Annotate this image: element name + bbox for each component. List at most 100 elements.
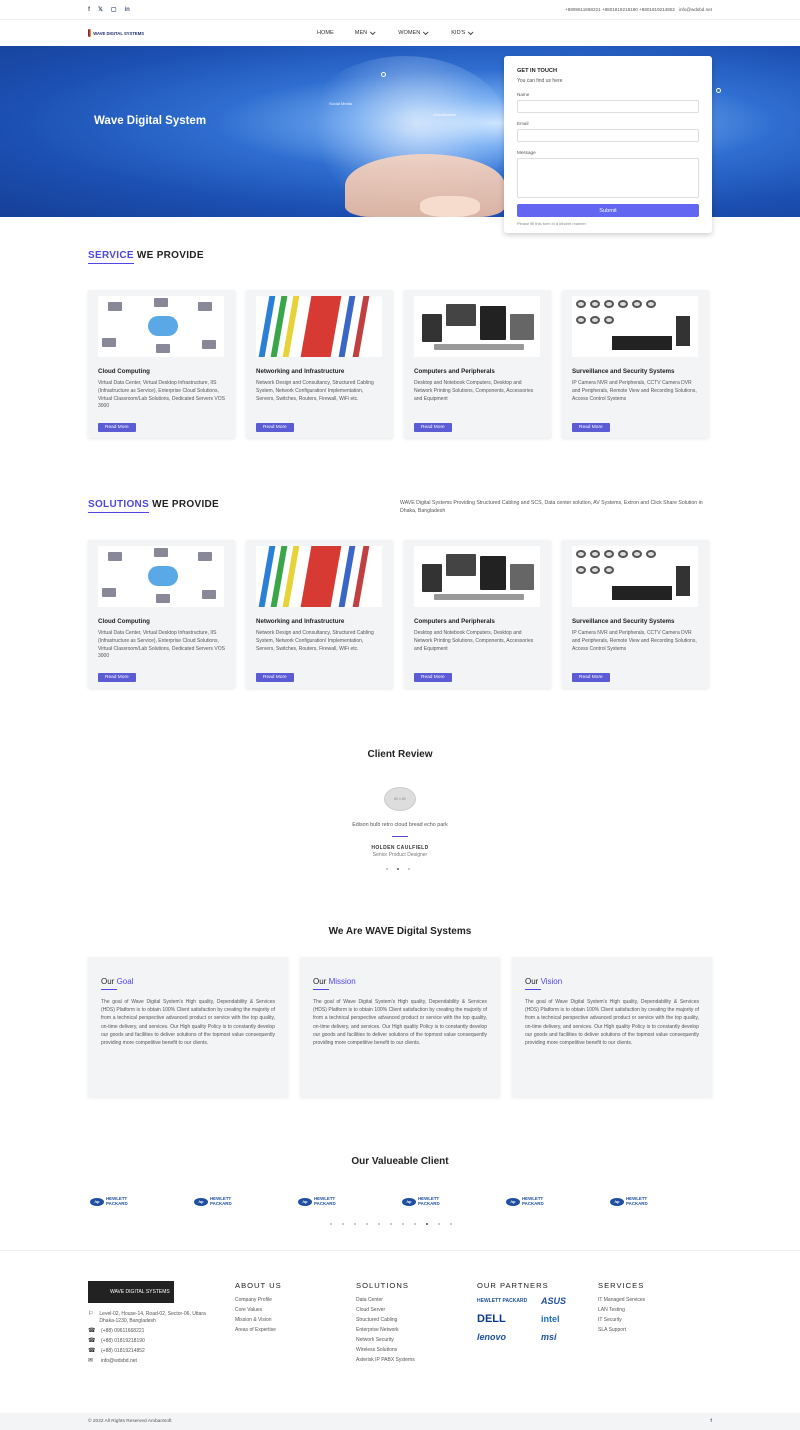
footer-link[interactable]: Cloud Server xyxy=(356,1305,415,1315)
map-icon: ⚐ xyxy=(88,1311,94,1317)
solutions-heading-rest: WE PROVIDE xyxy=(149,499,220,510)
hero-tag-social-network: Social Network xyxy=(407,38,434,43)
carousel-dot[interactable] xyxy=(366,1223,368,1225)
twitter-icon[interactable]: 𝕏 xyxy=(98,6,103,13)
top-phones: +8809611668221 +8801819218190 +880181921… xyxy=(565,7,675,12)
footer-link[interactable]: Areas of Expertise xyxy=(235,1325,282,1335)
carousel-dot[interactable] xyxy=(438,1223,440,1225)
carousel-dot[interactable] xyxy=(354,1223,356,1225)
read-more-button[interactable]: Read More xyxy=(256,673,294,682)
nav-item-men[interactable]: MEN xyxy=(355,29,376,36)
footer-email[interactable]: ✉ info@wdsbd.net xyxy=(88,1358,218,1365)
footer-link[interactable]: IT Security xyxy=(598,1315,645,1325)
surveillance-image xyxy=(572,546,698,607)
box-text: The goal of Wave Digital System's High q… xyxy=(313,999,487,1047)
carousel-dot[interactable] xyxy=(402,1223,404,1225)
carousel-dot[interactable] xyxy=(450,1223,452,1225)
nav-item-home[interactable]: HOME xyxy=(317,30,334,36)
solution-card: Networking and Infrastructure Network De… xyxy=(246,540,393,688)
form-subtitle: You can find us here xyxy=(517,78,563,84)
partner-dell-logo: DELL xyxy=(477,1313,506,1325)
card-title: Computers and Peripherals xyxy=(414,618,495,625)
footer-link[interactable]: Wireless Solutions xyxy=(356,1345,415,1355)
facebook-icon[interactable]: f xyxy=(88,7,90,13)
footer-heading: ABOUT US xyxy=(235,1281,282,1290)
mail-icon: ✉ xyxy=(88,1358,94,1364)
name-field[interactable] xyxy=(517,100,699,113)
read-more-button[interactable]: Read More xyxy=(572,423,610,432)
footer-link[interactable]: Asterisk IP PABX Systems xyxy=(356,1355,415,1365)
footer-heading: OUR PARTNERS xyxy=(477,1281,549,1290)
solution-card: Cloud Computing Virtual Data Center, Vir… xyxy=(88,540,235,688)
networking-image xyxy=(256,296,382,357)
service-heading-accent: SERVICE xyxy=(88,250,134,264)
partner-intel-logo: intel xyxy=(541,1314,560,1324)
site-logo[interactable]: WAVE DIGITAL SYSTEMS xyxy=(88,27,144,39)
message-field[interactable] xyxy=(517,158,699,198)
review-title: Client Review xyxy=(367,749,433,760)
submit-button[interactable]: Submit xyxy=(517,204,699,217)
footer-link[interactable]: SLA Support xyxy=(598,1325,645,1335)
phone-icon: ☎ xyxy=(88,1328,96,1334)
carousel-dot[interactable] xyxy=(386,868,388,870)
email-field[interactable] xyxy=(517,129,699,142)
footer-link[interactable]: IT Managed Services xyxy=(598,1295,645,1305)
nav-item-women[interactable]: WOMEN xyxy=(398,29,429,36)
footer-address: ⚐ Level-02, House-14, Road-02, Sector-06,… xyxy=(88,1311,206,1324)
card-title: Networking and Infrastructure xyxy=(256,368,345,375)
footer-link[interactable]: Core Values xyxy=(235,1305,282,1315)
solutions-heading: SOLUTIONS WE PROVIDE xyxy=(88,499,220,513)
box-title: Our Vision xyxy=(525,977,563,986)
bottom-bar: © 2022 All Rights Reserved AmbanSoft f xyxy=(0,1413,800,1430)
service-heading-rest: WE PROVIDE xyxy=(133,250,204,261)
read-more-button[interactable]: Read More xyxy=(572,673,610,682)
service-card: Computers and Peripherals Desktop and No… xyxy=(404,290,551,438)
top-bar: f 𝕏 ▢ in +8809611668221 +8801819218190 +… xyxy=(0,0,800,20)
footer-phone: ☎ (+88) 01819214852 xyxy=(88,1348,145,1354)
carousel-dot[interactable] xyxy=(390,1223,392,1225)
footer-link[interactable]: Data Center xyxy=(356,1295,415,1305)
carousel-dot[interactable] xyxy=(426,1223,428,1225)
linkedin-icon[interactable]: in xyxy=(125,7,130,13)
footer-link[interactable]: Enterprise Network xyxy=(356,1325,415,1335)
top-email[interactable]: info@wdsbd.net xyxy=(679,7,712,12)
read-more-button[interactable]: Read More xyxy=(414,423,452,432)
carousel-dot[interactable] xyxy=(330,1223,332,1225)
carousel-dot[interactable] xyxy=(378,1223,380,1225)
about-boxes: Our Goal The goal of Wave Digital System… xyxy=(88,957,712,1097)
footer-link[interactable]: LAN Testing xyxy=(598,1305,645,1315)
carousel-dot[interactable] xyxy=(414,1223,416,1225)
card-text: Virtual Data Center, Virtual Desktop Inf… xyxy=(98,630,225,660)
footer-link[interactable]: Mission & Vision xyxy=(235,1315,282,1325)
carousel-dot[interactable] xyxy=(397,868,399,870)
instagram-icon[interactable]: ▢ xyxy=(111,6,117,13)
read-more-button[interactable]: Read More xyxy=(256,423,294,432)
chevron-down-icon xyxy=(370,29,376,36)
read-more-button[interactable]: Read More xyxy=(98,673,136,682)
footer-link[interactable]: Network Security xyxy=(356,1335,415,1345)
footer-link[interactable]: Structured Cabling xyxy=(356,1315,415,1325)
card-text: IP Camera NVR and Peripherals, CCTV Came… xyxy=(572,630,697,652)
read-more-button[interactable]: Read More xyxy=(98,423,136,432)
facebook-icon[interactable]: f xyxy=(710,1419,712,1424)
review-role: Senior Product Designer xyxy=(372,852,428,858)
name-label: Name xyxy=(517,92,530,97)
hp-logo-icon: hp xyxy=(506,1197,520,1206)
review-name: HOLDEN CAULFIELD xyxy=(371,845,429,851)
footer-heading: SERVICES xyxy=(598,1281,645,1290)
carousel-dot[interactable] xyxy=(408,868,410,870)
card-title: Surveillance and Security Systems xyxy=(572,618,675,625)
solutions-heading-accent: SOLUTIONS xyxy=(88,499,150,513)
carousel-dot[interactable] xyxy=(342,1223,344,1225)
footer-logo[interactable]: WAVE DIGITAL SYSTEMS xyxy=(88,1281,174,1303)
client-logo: hp HEWLETT PACKARD xyxy=(610,1196,669,1206)
service-heading: SERVICE WE PROVIDE xyxy=(88,250,204,264)
footer-contact: ⚐ Level-02, House-14, Road-02, Sector-06,… xyxy=(88,1311,218,1368)
computers-image xyxy=(414,296,540,357)
footer-link[interactable]: Company Profile xyxy=(235,1295,282,1305)
card-text: Network Design and Consultancy, Structur… xyxy=(256,630,374,652)
client-logo-text: HEWLETT PACKARD xyxy=(522,1196,544,1206)
nav-item-kids[interactable]: KID'S xyxy=(451,29,474,36)
read-more-button[interactable]: Read More xyxy=(414,673,452,682)
box-title: Our Goal xyxy=(101,977,134,986)
